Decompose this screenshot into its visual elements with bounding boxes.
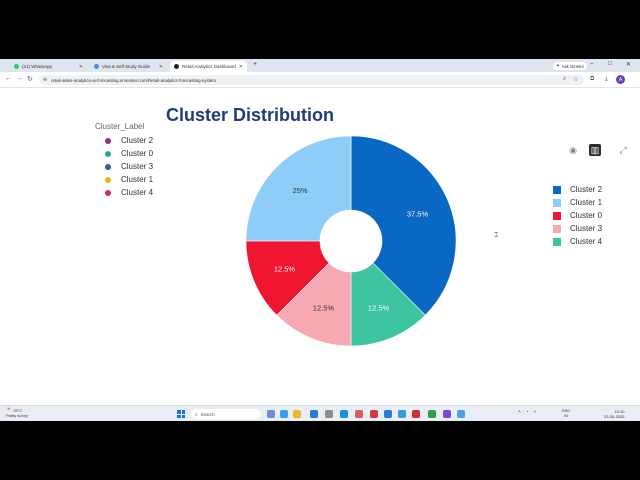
legend-item-cluster-3[interactable]: Cluster 3 (553, 222, 602, 235)
legend-item-cluster-0[interactable]: Cluster 0 (553, 209, 602, 222)
bookmark-star-icon[interactable]: ☆ (573, 76, 578, 83)
language-indicator[interactable]: ENG IN (562, 409, 570, 418)
legend-label: Cluster 1 (570, 198, 603, 207)
vscode-icon[interactable] (310, 410, 318, 418)
mouse-cursor-icon: ⌶ (494, 232, 499, 239)
reload-icon[interactable]: ↻ (27, 75, 33, 83)
close-icon[interactable]: ✕ (79, 64, 83, 70)
download-icon[interactable]: ⤓ (605, 76, 608, 83)
legend-label: Cluster 2 (570, 185, 603, 194)
zoom-icon[interactable]: ⌕ (563, 76, 566, 83)
forward-icon[interactable]: → (16, 75, 23, 82)
lang-code: ENG (562, 409, 571, 413)
weather-desc: Partly sunny (6, 413, 29, 418)
tab-whatsapp[interactable]: (21) WhatsApp ✕ (10, 61, 87, 72)
file-explorer-icon[interactable] (293, 410, 301, 418)
tab-retail-dashboard[interactable]: Retail Analytics Dashboard ✕ (170, 61, 247, 72)
url-text: retail-sales-analytics-ai-forecasting.on… (51, 77, 216, 83)
page-favicon-icon (94, 64, 99, 69)
profile-avatar[interactable]: A (616, 75, 625, 84)
taskbar-search[interactable]: ⌕ Search (191, 409, 261, 419)
donut-legend: Cluster 2 Cluster 1 Cluster 0 Cluster 3 … (553, 183, 602, 248)
legend-label: Cluster 4 (570, 237, 603, 246)
app-icon[interactable] (398, 410, 406, 418)
close-icon[interactable]: ✕ (159, 64, 163, 70)
legend-label: Cluster 3 (570, 224, 603, 233)
chrome-icon[interactable] (428, 410, 436, 418)
close-icon[interactable]: ✕ (239, 64, 243, 70)
app-icon[interactable] (280, 410, 288, 418)
page-favicon-icon (174, 64, 179, 69)
legend-swatch (553, 185, 561, 194)
tab-label: (21) WhatsApp (22, 64, 53, 69)
app-icon[interactable] (267, 410, 275, 418)
legend-item-cluster-2[interactable]: Cluster 2 (553, 183, 602, 196)
app-icon[interactable] (370, 410, 378, 418)
new-tab-button[interactable]: + (253, 61, 257, 68)
donut-chart: 37.5% 12.5% 12.5% 12.5% 25% (245, 135, 457, 347)
slice-label: 37.5% (407, 209, 429, 218)
search-icon: ⌕ (195, 411, 198, 417)
slice-label: 12.5% (313, 304, 335, 313)
site-info-icon[interactable]: ⊜ (43, 77, 47, 83)
slice-label: 12.5% (368, 304, 390, 313)
clock[interactable]: 15:10 23-06-2025 (604, 409, 624, 419)
legend-swatch (553, 237, 561, 246)
legend-item-cluster-1[interactable]: Cluster 1 (553, 196, 602, 209)
app-icon[interactable] (325, 410, 333, 418)
tab-label: Visa & Self Study Guide (102, 64, 150, 69)
windows-start-icon[interactable] (177, 410, 185, 418)
tab-visa-guide[interactable]: Visa & Self Study Guide ✕ (90, 61, 167, 72)
weather-widget[interactable]: ☀ 39°C Partly sunny (6, 407, 29, 418)
legend-item-cluster-4[interactable]: Cluster 4 (553, 235, 602, 248)
maximize-icon[interactable]: □ (608, 61, 612, 67)
address-bar[interactable]: ⊜ retail-sales-analytics-ai-forecasting.… (39, 75, 584, 85)
windows-taskbar: ☀ 39°C Partly sunny ⌕ Search ˄ ◔ ◖ ENG I… (0, 405, 640, 421)
volume-icon[interactable]: ◖ (533, 409, 536, 414)
network-icon[interactable]: ◔ (526, 409, 529, 414)
app-icon[interactable] (412, 410, 420, 418)
legend-swatch (553, 211, 561, 220)
legend-swatch (553, 224, 561, 233)
slice-label: 25% (293, 186, 308, 195)
app-icon[interactable] (457, 410, 465, 418)
legend-label: Cluster 0 (570, 211, 603, 220)
browser-tab-strip: (21) WhatsApp ✕ Visa & Self Study Guide … (0, 59, 640, 72)
whatsapp-icon (14, 64, 19, 69)
system-tray: ˄ ◔ ◖ (518, 409, 536, 414)
extensions-icon[interactable]: ⧉ (590, 76, 594, 83)
search-label: Search (200, 411, 215, 417)
browser-toolbar: ← → ↻ ⊜ retail-sales-analytics-ai-foreca… (0, 72, 640, 88)
slice-label: 12.5% (274, 265, 296, 274)
lang-region: IN (564, 413, 569, 418)
legend-swatch (553, 198, 561, 207)
app-icon[interactable] (355, 410, 363, 418)
close-window-icon[interactable]: ✕ (626, 61, 631, 68)
ask-gemini-label: Ask Gemini (561, 63, 584, 69)
edge-icon[interactable] (340, 410, 348, 418)
ask-gemini-button[interactable]: ✦ Ask Gemini (553, 62, 587, 70)
tab-label: Retail Analytics Dashboard (182, 64, 236, 69)
bar-chart-icon[interactable]: ▥ (589, 144, 601, 156)
back-icon[interactable]: ← (5, 75, 12, 82)
clock-date: 23-06-2025 (604, 414, 625, 419)
chevron-up-icon[interactable]: ˄ (518, 409, 521, 414)
app-icon[interactable] (384, 410, 392, 418)
camera-icon[interactable]: ◉ (567, 144, 579, 156)
screen: (21) WhatsApp ✕ Visa & Self Study Guide … (0, 59, 640, 421)
app-icon[interactable] (443, 410, 451, 418)
expand-icon[interactable]: ⤢ (617, 144, 629, 156)
dashboard-page: Cluster Distribution Cluster_Label Clust… (0, 89, 640, 405)
gemini-icon: ✦ (556, 63, 560, 68)
minimize-icon[interactable]: – (590, 61, 593, 67)
